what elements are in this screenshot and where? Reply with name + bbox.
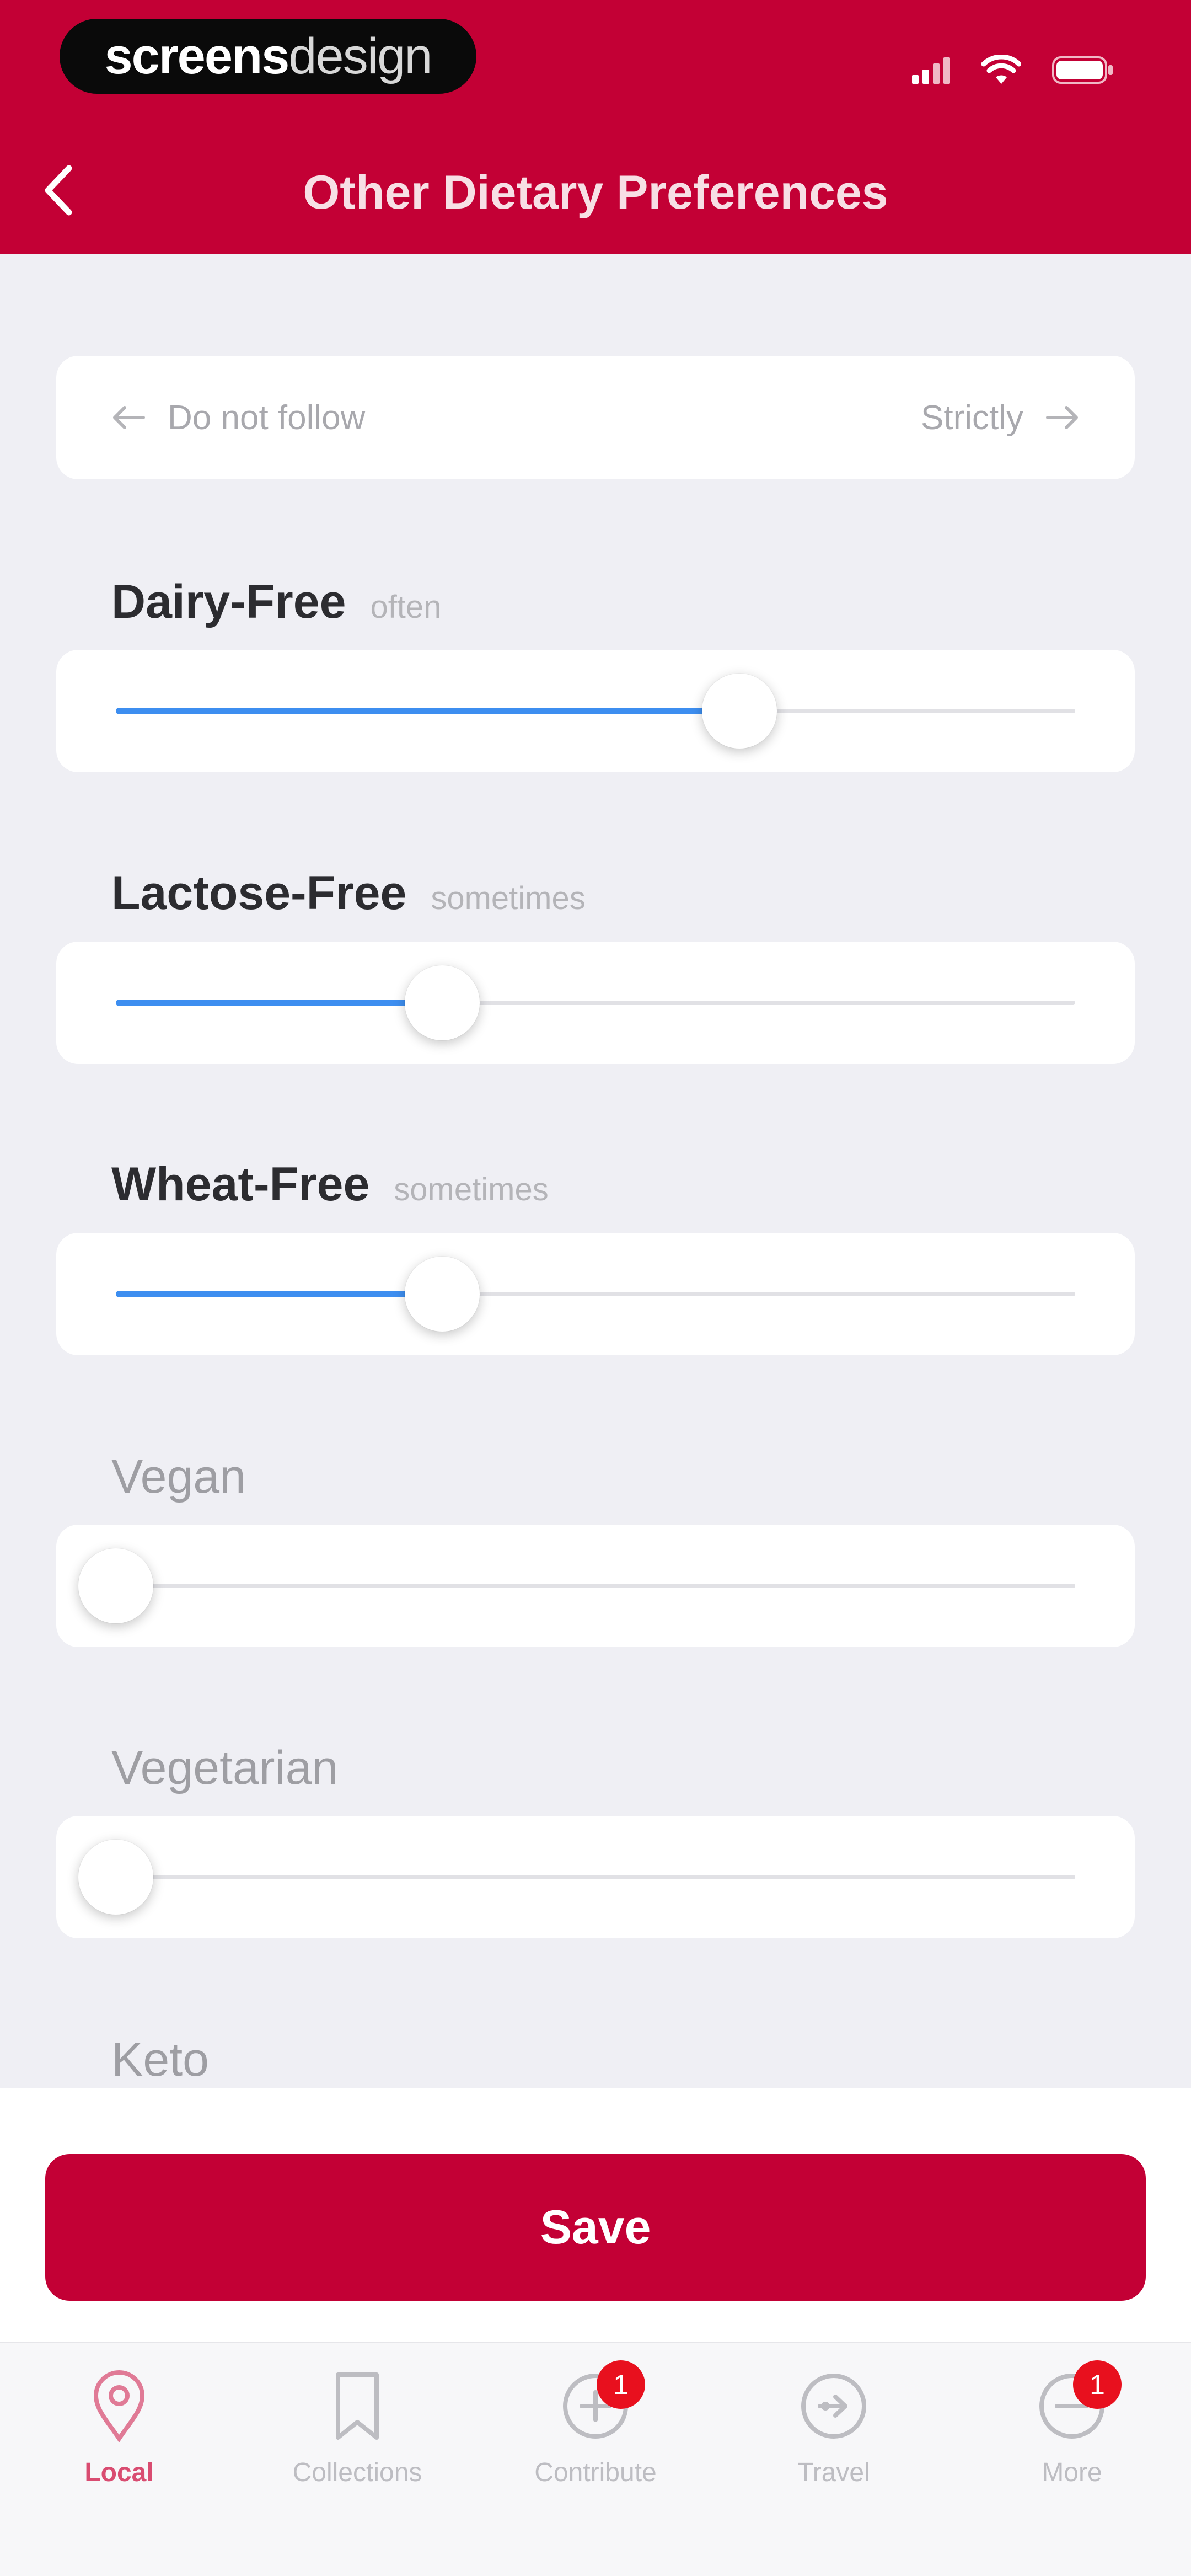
battery-icon [1052,56,1113,84]
legend-left: Do not follow [111,398,365,437]
watermark-light: design [288,28,432,84]
header-bar: screens design Other Dietary Preferences [0,0,1191,254]
status-icons [912,51,1114,89]
cellular-signal-icon [912,57,950,84]
tab-label: More [1042,2458,1102,2487]
slider-dairy-free[interactable] [56,650,1135,772]
screensdesign-watermark: screens design [60,19,476,94]
pref-title-wheat-free: Wheat-Free sometimes [111,1157,549,1212]
slider-track[interactable] [116,674,1075,749]
slider-fill [116,708,739,714]
page-title: Other Dietary Preferences [303,166,888,219]
slider-track[interactable] [78,1548,1075,1623]
slider-track[interactable] [116,1257,1075,1332]
slider-track[interactable] [116,965,1075,1040]
slider-track[interactable] [78,1840,1075,1915]
slider-thumb[interactable] [78,1548,153,1623]
slider-vegetarian[interactable] [56,1816,1135,1938]
pref-name: Vegan [111,1450,246,1503]
slider-thumb[interactable] [78,1840,153,1915]
wifi-icon [981,55,1021,84]
tab-label: Travel [797,2458,870,2487]
notification-badge: 1 [1073,2360,1122,2409]
app-screen: screens design Other Dietary Preferences… [0,0,1191,2576]
slider-thumb[interactable] [404,1257,480,1332]
travel-circle-icon [795,2365,872,2447]
arrow-right-icon [1046,406,1078,429]
pref-level: sometimes [394,1172,549,1207]
tab-label: Local [84,2458,154,2487]
tab-bar: Local Collections 1 Contribute Travel 1 … [0,2342,1191,2576]
pref-name: Lactose-Free [111,867,407,920]
notification-badge: 1 [597,2360,645,2409]
tab-contribute[interactable]: 1 Contribute [476,2360,715,2508]
slider-lactose-free[interactable] [56,942,1135,1064]
slider-fill [116,1000,442,1006]
pref-level: often [370,589,442,625]
pref-title-dairy-free: Dairy-Free often [111,575,441,629]
pref-title-lactose-free: Lactose-Free sometimes [111,866,586,921]
pref-level: sometimes [431,880,586,916]
slider-thumb[interactable] [702,674,777,749]
slider-vegan[interactable] [56,1525,1135,1647]
tab-label: Contribute [534,2458,657,2487]
legend-right-label: Strictly [921,398,1023,437]
slider-thumb[interactable] [404,965,480,1040]
pref-name: Wheat-Free [111,1158,370,1211]
plus-circle-icon: 1 [557,2360,645,2447]
tab-more[interactable]: 1 More [953,2360,1191,2508]
pref-title-vegetarian: Vegetarian [111,1741,338,1795]
pref-name: Keto [111,2033,209,2086]
map-pin-icon [81,2365,158,2447]
pref-title-vegan: Vegan [111,1450,246,1504]
legend-right: Strictly [921,398,1080,437]
pref-name: Vegetarian [111,1741,339,1794]
tab-collections[interactable]: Collections [238,2365,476,2508]
scale-legend: Do not follow Strictly [56,356,1135,479]
save-button[interactable]: Save [45,2154,1146,2301]
bookmark-icon [319,2365,396,2447]
tab-label: Collections [292,2458,422,2487]
pref-name: Dairy-Free [111,575,346,628]
pref-title-keto: Keto [111,2033,209,2087]
watermark-bold: screens [104,28,290,84]
tab-travel[interactable]: Travel [715,2365,953,2508]
slider-fill [116,1291,442,1297]
legend-left-label: Do not follow [168,398,366,437]
tab-local[interactable]: Local [0,2365,238,2508]
arrow-left-icon [113,406,145,429]
more-circle-icon: 1 [1033,2360,1122,2447]
slider-wheat-free[interactable] [56,1233,1135,1355]
